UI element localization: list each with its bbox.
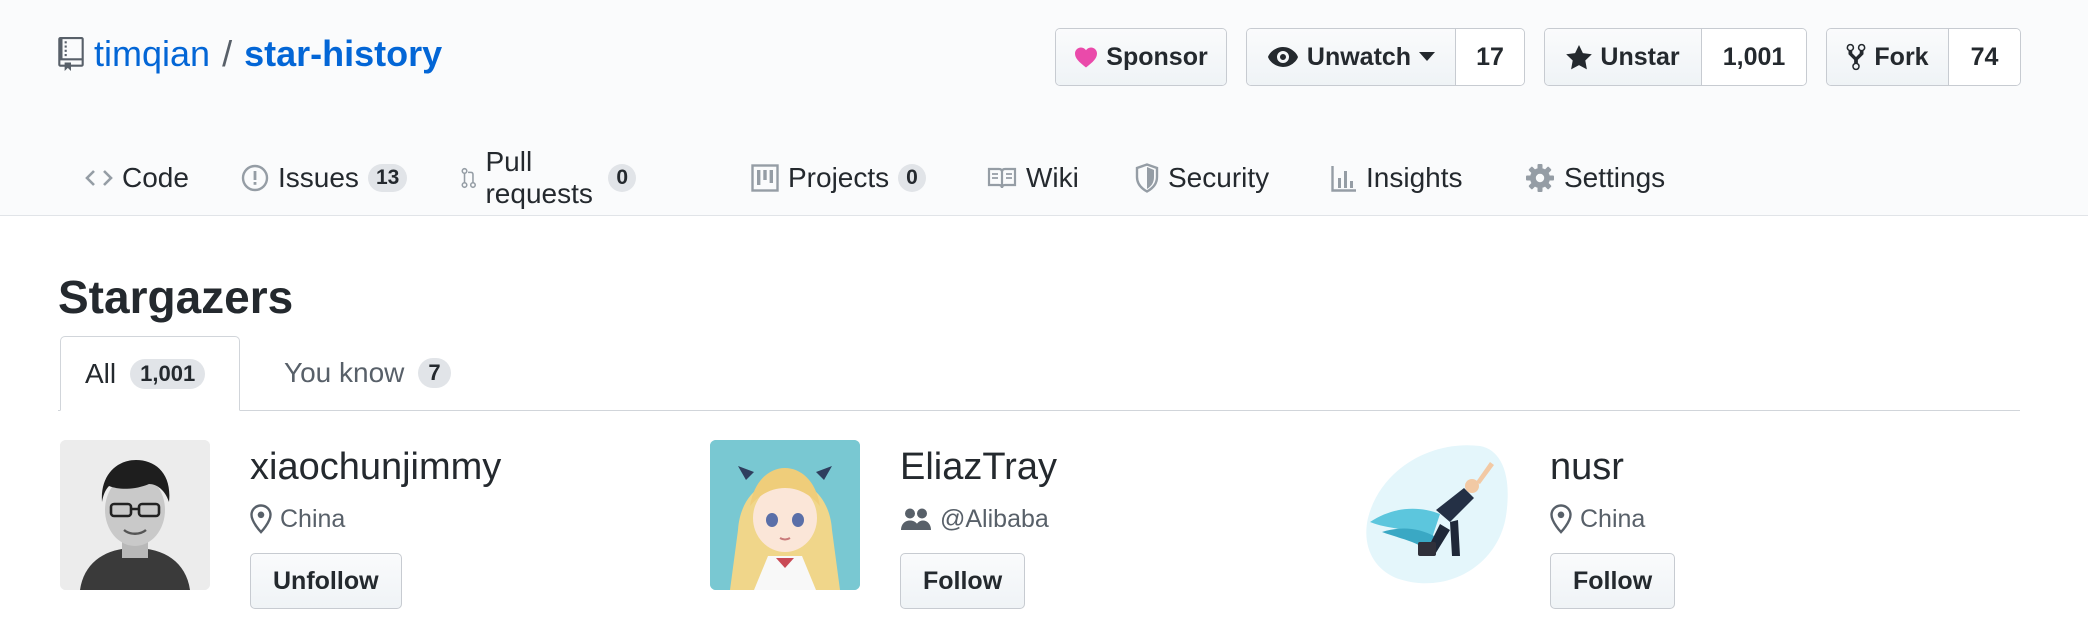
avatar[interactable] xyxy=(1360,440,1510,590)
gear-icon xyxy=(1526,164,1554,192)
tab-code[interactable]: Code xyxy=(85,150,189,206)
subtab-all[interactable]: All 1,001 xyxy=(60,336,240,411)
pull-requests-counter: 0 xyxy=(608,164,637,192)
stargazers-count-value: 1,001 xyxy=(1722,42,1786,71)
repo-owner-link[interactable]: timqian xyxy=(94,33,210,75)
tab-settings[interactable]: Settings xyxy=(1525,150,1665,206)
tab-pull-requests-label: Pull requests xyxy=(485,146,593,209)
tab-pull-requests[interactable]: Pull requests 0 xyxy=(461,146,637,209)
location-icon xyxy=(1550,504,1572,534)
tab-issues-label: Issues xyxy=(278,162,359,193)
stargazers-filter-tabs: All 1,001 You know 7 xyxy=(58,336,2020,411)
issue-icon xyxy=(241,164,269,192)
user-location-text: China xyxy=(280,504,346,533)
user-location: China xyxy=(250,502,345,536)
tab-security-label: Security xyxy=(1168,162,1270,193)
stargazers-count[interactable]: 1,001 xyxy=(1701,29,1806,85)
book-icon xyxy=(987,167,1017,189)
pull-request-icon xyxy=(461,167,476,189)
user-location-text: China xyxy=(1580,504,1646,533)
code-icon xyxy=(85,170,113,186)
issues-counter: 13 xyxy=(367,164,408,192)
location-icon xyxy=(250,504,272,534)
subtab-all-label: All xyxy=(85,357,117,389)
tab-insights-label: Insights xyxy=(1366,162,1463,193)
unwatch-button[interactable]: Unwatch xyxy=(1247,29,1455,85)
tab-issues[interactable]: Issues 13 xyxy=(241,150,408,206)
username-link[interactable]: xiaochunjimmy xyxy=(250,446,501,489)
sponsor-label: Sponsor xyxy=(1106,42,1208,71)
unwatch-label: Unwatch xyxy=(1306,42,1412,71)
subtab-all-counter: 1,001 xyxy=(130,358,206,389)
repo-icon xyxy=(58,37,84,71)
subtab-you-know[interactable]: You know 7 xyxy=(276,336,451,410)
tab-settings-label: Settings xyxy=(1564,162,1666,193)
list-item: xiaochunjimmy China Unfollow xyxy=(60,440,660,624)
star-button-group: Unstar 1,001 xyxy=(1544,28,1807,86)
eye-icon xyxy=(1267,47,1298,67)
user-organization-text: @Alibaba xyxy=(940,504,1049,533)
fork-button-group: Fork 74 xyxy=(1826,28,2021,86)
fork-button[interactable]: Fork xyxy=(1827,29,1948,85)
project-icon xyxy=(751,164,779,192)
tab-wiki-label: Wiki xyxy=(1026,162,1079,193)
repo-separator: / xyxy=(222,33,233,74)
watchers-count-value: 17 xyxy=(1476,42,1504,71)
caret-down-icon xyxy=(1419,52,1436,61)
subtab-you-know-counter: 7 xyxy=(418,358,451,388)
heart-icon xyxy=(1075,47,1098,68)
repo-title: timqian / star-history xyxy=(58,32,442,76)
username-link[interactable]: EliazTray xyxy=(900,446,1057,489)
user-organization: @Alibaba xyxy=(900,502,1049,536)
follow-button[interactable]: Follow xyxy=(1550,553,1676,609)
avatar-image xyxy=(60,440,210,590)
tab-projects-label: Projects xyxy=(788,162,890,193)
avatar-image xyxy=(1360,440,1510,590)
username-link[interactable]: nusr xyxy=(1550,446,1624,489)
shield-icon xyxy=(1135,163,1159,193)
projects-counter: 0 xyxy=(898,164,926,192)
tab-code-label: Code xyxy=(122,162,189,193)
watch-button-group: Unwatch 17 xyxy=(1246,28,1525,86)
list-item: nusr China Follow xyxy=(1360,440,1980,624)
unfollow-button[interactable]: Unfollow xyxy=(250,553,402,609)
tab-security[interactable]: Security xyxy=(1135,150,1269,206)
fork-icon xyxy=(1847,43,1866,71)
fork-label: Fork xyxy=(1874,42,1929,71)
list-item: EliazTray @Alibaba Follow xyxy=(710,440,1310,624)
sponsor-button[interactable]: Sponsor xyxy=(1055,28,1227,86)
avatar[interactable] xyxy=(60,440,210,590)
star-icon xyxy=(1566,44,1593,69)
watchers-count[interactable]: 17 xyxy=(1455,29,1524,85)
tab-projects[interactable]: Projects 0 xyxy=(751,150,926,206)
unstar-button[interactable]: Unstar xyxy=(1545,29,1701,85)
subtab-you-know-label: You know xyxy=(284,357,405,388)
unstar-label: Unstar xyxy=(1600,42,1680,71)
tab-wiki[interactable]: Wiki xyxy=(987,150,1079,206)
follow-button[interactable]: Follow xyxy=(900,553,1026,609)
forks-count-value: 74 xyxy=(1970,42,1999,71)
page-title: Stargazers xyxy=(58,271,294,323)
graph-icon xyxy=(1331,166,1356,192)
repo-name-link[interactable]: star-history xyxy=(244,33,442,75)
forks-count[interactable]: 74 xyxy=(1948,29,2020,85)
stargazer-list: xiaochunjimmy China Unfollow EliazTray @… xyxy=(0,440,2088,624)
user-location: China xyxy=(1550,502,1645,536)
organization-icon xyxy=(901,508,931,530)
avatar-image xyxy=(710,440,860,590)
tab-insights[interactable]: Insights xyxy=(1331,150,1463,206)
avatar[interactable] xyxy=(710,440,860,590)
repo-header: timqian / star-history Sponsor Unwatch 1… xyxy=(0,0,2088,216)
